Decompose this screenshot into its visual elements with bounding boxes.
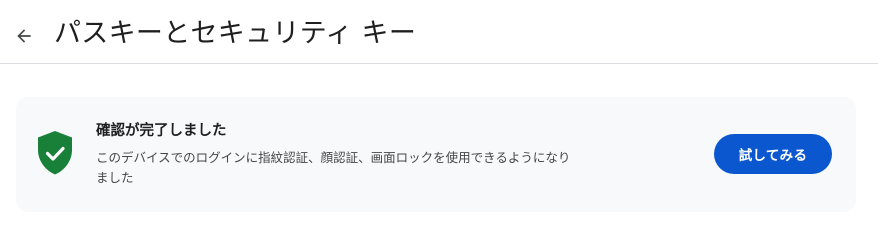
shield-check-icon <box>38 131 72 175</box>
page-title: パスキーとセキュリティ キー <box>54 18 417 49</box>
verification-status-card: 確認が完了しました このデバイスでのログインに指紋認証、顔認証、画面ロックを使用… <box>16 97 856 212</box>
app-header: パスキーとセキュリティ キー <box>0 0 878 64</box>
try-it-button[interactable]: 試してみる <box>714 134 832 174</box>
back-button[interactable] <box>8 20 40 52</box>
arrow-left-icon <box>17 29 31 43</box>
status-title: 確認が完了しました <box>96 123 227 139</box>
status-description: このデバイスでのログインに指紋認証、顔認証、画面ロックを使用できるようになりまし… <box>96 150 571 185</box>
